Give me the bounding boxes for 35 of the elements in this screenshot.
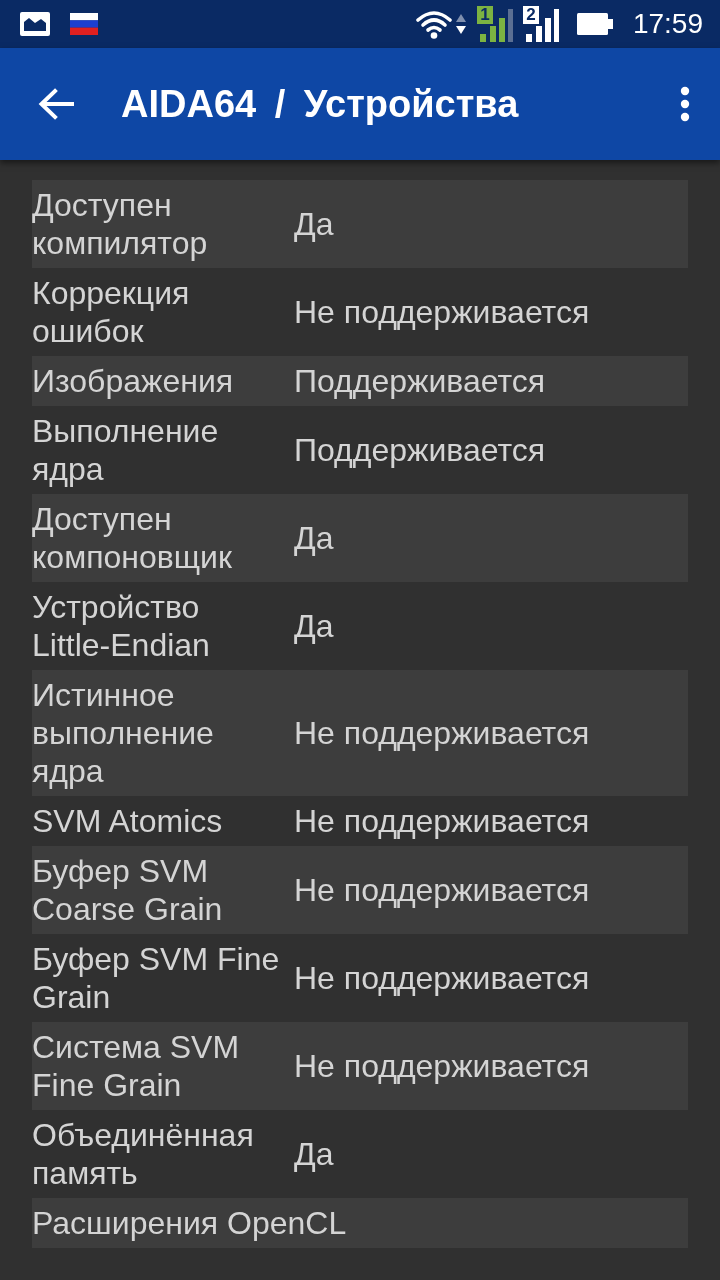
property-label: Коррекция ошибок: [32, 274, 191, 350]
property-label: Объединённая память: [32, 1116, 255, 1192]
property-label: SVM Atomics: [32, 802, 224, 840]
property-value: Поддерживается: [294, 431, 547, 469]
battery-icon: [576, 13, 613, 35]
wifi-icon: [414, 9, 453, 39]
clock-time: 17:59: [632, 8, 703, 40]
app-bar-title: AIDA64 / Устройства: [121, 82, 520, 126]
property-value: Да: [294, 519, 335, 557]
property-label: Буфер SVM Coarse Grain: [32, 852, 224, 928]
image-icon: [20, 12, 50, 36]
property-value: Да: [294, 607, 335, 645]
property-value: Не поддерживается: [294, 959, 591, 997]
property-label: Истинное выполнение ядра: [32, 676, 215, 790]
property-value: Не поддерживается: [294, 293, 591, 331]
property-value: Да: [294, 205, 335, 243]
sim-badge: 2: [522, 6, 539, 24]
property-value: Поддерживается: [294, 362, 547, 400]
property-label: Доступен компилятор: [32, 186, 209, 262]
sim-badge: 1: [476, 6, 493, 24]
property-label: Устройство Little-Endian: [32, 588, 211, 664]
property-value: Не поддерживается: [294, 714, 591, 752]
back-arrow-icon[interactable]: [38, 88, 74, 120]
flag-icon: [70, 13, 98, 35]
overflow-menu-icon[interactable]: [680, 86, 690, 122]
property-value: Да: [294, 1135, 335, 1173]
property-value: Не поддерживается: [294, 871, 591, 909]
property-label: Система SVM Fine Grain: [32, 1028, 241, 1104]
property-label: Изображения: [32, 362, 235, 400]
property-value: Не поддерживается: [294, 1047, 591, 1085]
property-label: Доступен компоновщик: [32, 500, 233, 576]
property-label: Расширения OpenCL: [32, 1204, 348, 1242]
property-label: Выполнение ядра: [32, 412, 220, 488]
property-value: Не поддерживается: [294, 802, 591, 840]
property-label: Буфер SVM Fine Grain: [32, 940, 281, 1016]
